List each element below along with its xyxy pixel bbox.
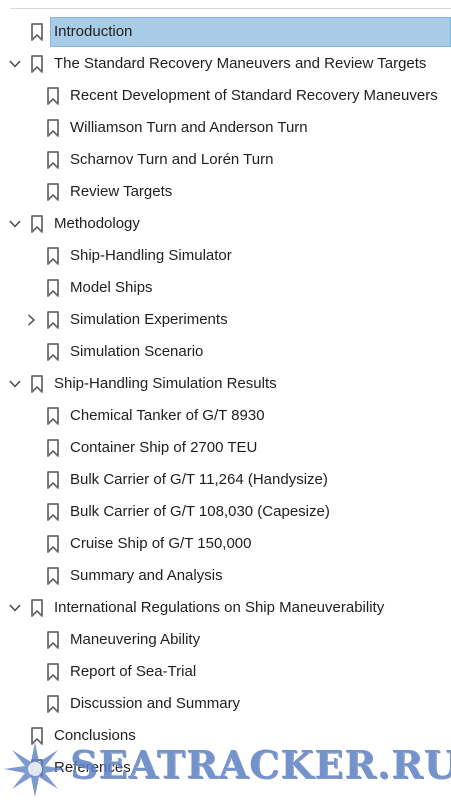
bookmark-item[interactable]: Ship-Handling Simulation Results [0,368,451,400]
bookmark-icon [31,599,43,617]
bookmark-label: Model Ships [70,279,153,296]
bookmark-icon [47,471,59,489]
bookmark-icon [47,535,59,553]
chevron-right-icon[interactable] [24,313,38,327]
bookmark-label: Chemical Tanker of G/T 8930 [70,407,265,424]
bookmark-icon [47,343,59,361]
bookmark-item[interactable]: Model Ships [0,272,451,304]
bookmark-label: Discussion and Summary [70,695,241,712]
bookmark-item[interactable]: Chemical Tanker of G/T 8930 [0,400,451,432]
bookmark-icon [47,311,59,329]
bookmark-item[interactable]: Cruise Ship of G/T 150,000 [0,528,451,560]
bookmark-label: Bulk Carrier of G/T 11,264 (Handysize) [70,471,328,488]
bookmark-label: Scharnov Turn and Lorén Turn [70,151,274,168]
bookmark-label: Maneuvering Ability [70,631,201,648]
bookmark-item[interactable]: Williamson Turn and Anderson Turn [0,112,451,144]
bookmark-icon [31,375,43,393]
bookmark-item[interactable]: Report of Sea-Trial [0,656,451,688]
bookmark-label: Simulation Experiments [70,311,228,328]
bookmark-icon [47,151,59,169]
chevron-down-icon[interactable] [8,57,22,71]
bookmark-icon [47,183,59,201]
bookmark-icon [31,55,43,73]
watermark: SEATRACKER.RU [0,738,451,801]
bookmark-icon [47,695,59,713]
bookmark-label: International Regulations on Ship Maneuv… [54,599,385,616]
bookmark-icon [31,215,43,233]
bookmark-label: Review Targets [70,183,173,200]
bookmark-item[interactable]: Recent Development of Standard Recovery … [0,80,451,112]
bookmark-icon [47,247,59,265]
bookmark-icon [47,567,59,585]
bookmark-item[interactable]: Summary and Analysis [0,560,451,592]
panel-top-divider [10,8,451,9]
bookmark-icon [47,631,59,649]
bookmark-label: Simulation Scenario [70,343,204,360]
bookmark-icon [47,87,59,105]
bookmark-label: The Standard Recovery Maneuvers and Revi… [54,55,427,72]
bookmark-label: Summary and Analysis [70,567,223,584]
bookmarks-tree: Introduction The Standard Recovery Maneuv… [0,16,451,784]
chevron-down-icon[interactable] [8,217,22,231]
chevron-down-icon[interactable] [8,601,22,615]
bookmark-item[interactable]: International Regulations on Ship Maneuv… [0,592,451,624]
bookmark-item[interactable]: Methodology [0,208,451,240]
bookmark-label: Container Ship of 2700 TEU [70,439,258,456]
bookmark-label: Recent Development of Standard Recovery … [70,87,438,104]
bookmark-item[interactable]: Ship-Handling Simulator [0,240,451,272]
watermark-burst-logo [4,742,66,797]
bookmark-item[interactable]: Introduction [0,16,451,48]
bookmark-item[interactable]: Bulk Carrier of G/T 108,030 (Capesize) [0,496,451,528]
bookmark-icon [47,119,59,137]
bookmark-label: Methodology [54,215,140,232]
bookmark-item[interactable]: Bulk Carrier of G/T 11,264 (Handysize) [0,464,451,496]
bookmark-icon [47,407,59,425]
bookmark-label: Cruise Ship of G/T 150,000 [70,535,252,552]
bookmark-item[interactable]: Discussion and Summary [0,688,451,720]
bookmark-icon [47,503,59,521]
bookmark-item[interactable]: Container Ship of 2700 TEU [0,432,451,464]
bookmark-item[interactable]: The Standard Recovery Maneuvers and Revi… [0,48,451,80]
bookmark-item[interactable]: Maneuvering Ability [0,624,451,656]
bookmark-label: Williamson Turn and Anderson Turn [70,119,308,136]
watermark-text: SEATRACKER.RU [70,742,451,787]
bookmark-icon [47,439,59,457]
bookmark-icon [47,663,59,681]
bookmark-item[interactable]: Review Targets [0,176,451,208]
bookmark-item[interactable]: Scharnov Turn and Lorén Turn [0,144,451,176]
bookmark-label: Ship-Handling Simulator [70,247,232,264]
chevron-down-icon[interactable] [8,377,22,391]
bookmark-item[interactable]: Simulation Scenario [0,336,451,368]
bookmark-icon [31,23,43,41]
bookmark-icon [47,279,59,297]
bookmark-item[interactable]: Simulation Experiments [0,304,451,336]
bookmark-label: Bulk Carrier of G/T 108,030 (Capesize) [70,503,330,520]
bookmark-label: Introduction [54,23,133,40]
bookmark-label: Report of Sea-Trial [70,663,197,680]
bookmark-label: Ship-Handling Simulation Results [54,375,277,392]
